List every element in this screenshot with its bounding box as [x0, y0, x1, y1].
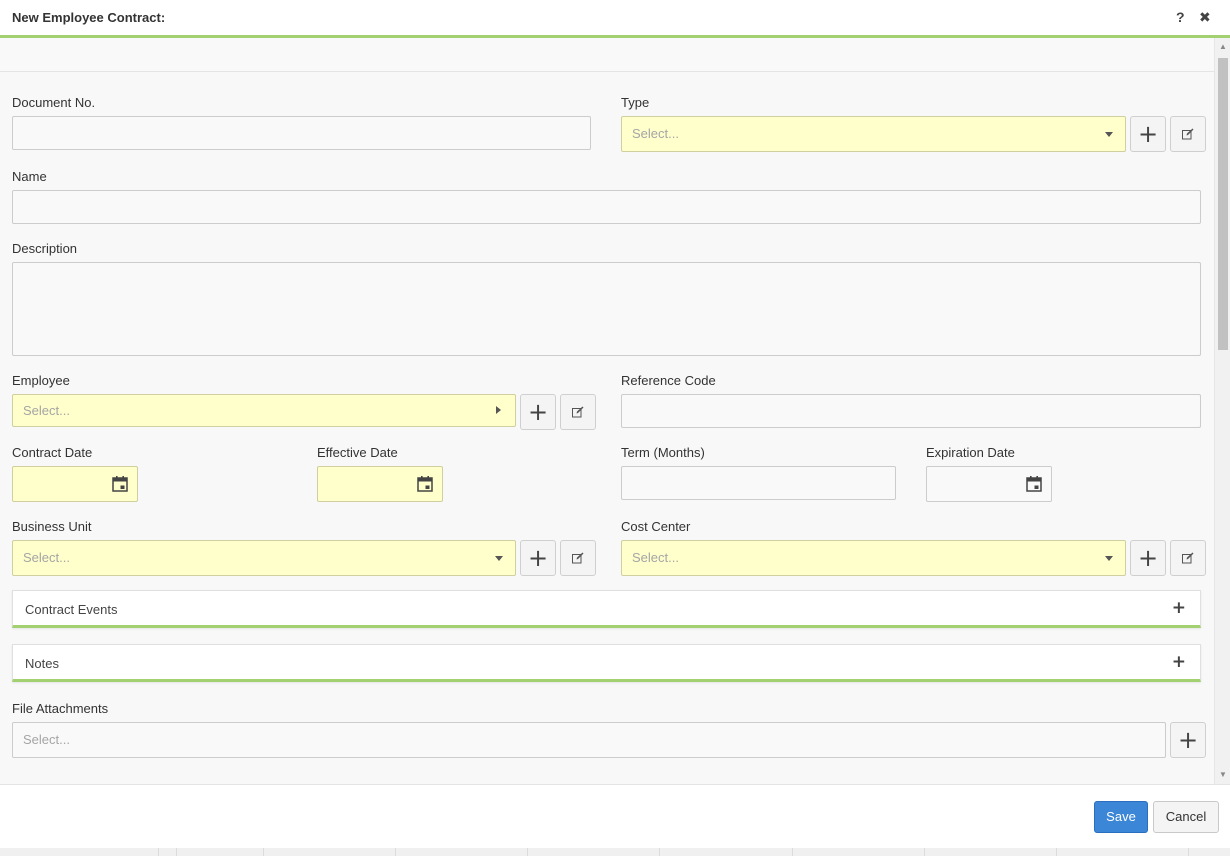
- type-label: Type: [621, 95, 650, 110]
- employee-edit-button[interactable]: [560, 394, 596, 430]
- notes-title: Notes: [25, 656, 59, 671]
- effective-date-label: Effective Date: [317, 445, 398, 460]
- calendar-icon[interactable]: [112, 476, 128, 492]
- background-grid-line: [1056, 848, 1057, 856]
- scroll-down-icon[interactable]: ▼: [1218, 770, 1228, 780]
- cost-center-placeholder: Select...: [632, 550, 679, 565]
- edit-icon: [1182, 552, 1194, 564]
- modal-header: New Employee Contract: ? ✖: [0, 0, 1230, 38]
- employee-placeholder: Select...: [23, 403, 70, 418]
- name-input[interactable]: [12, 190, 1201, 224]
- scroll-thumb[interactable]: [1218, 58, 1228, 350]
- term-months-label: Term (Months): [621, 445, 705, 460]
- term-months-input[interactable]: [621, 466, 896, 500]
- plus-icon: +: [1177, 726, 1199, 754]
- description-textarea[interactable]: [12, 262, 1201, 356]
- background-grid-line: [395, 848, 396, 856]
- chevron-right-icon: [496, 406, 501, 414]
- calendar-icon[interactable]: [1026, 476, 1042, 492]
- edit-icon: [1182, 128, 1194, 140]
- cost-center-label: Cost Center: [621, 519, 691, 534]
- background-grid-line: [158, 848, 159, 856]
- background-grid-line: [1188, 848, 1189, 856]
- cost-center-add-button[interactable]: +: [1130, 540, 1166, 576]
- cancel-button[interactable]: Cancel: [1153, 801, 1219, 833]
- chevron-down-icon: [1105, 132, 1113, 137]
- edit-icon: [572, 406, 584, 418]
- name-label: Name: [12, 169, 47, 184]
- reference-code-label: Reference Code: [621, 373, 716, 388]
- modal-body: Document No. Type Select... + Name Descr…: [0, 38, 1214, 784]
- reference-code-input[interactable]: [621, 394, 1201, 428]
- contract-modal: New Employee Contract: ? ✖ Document No. …: [0, 0, 1230, 848]
- chevron-down-icon: [495, 556, 503, 561]
- contract-date-label: Contract Date: [12, 445, 93, 460]
- expiration-date-label: Expiration Date: [926, 445, 1015, 460]
- type-add-button[interactable]: +: [1130, 116, 1166, 152]
- type-edit-button[interactable]: [1170, 116, 1206, 152]
- background-grid-line: [527, 848, 528, 856]
- plus-icon: +: [527, 398, 549, 426]
- save-button[interactable]: Save: [1094, 801, 1148, 833]
- plus-icon: +: [527, 544, 549, 572]
- type-select[interactable]: Select...: [621, 116, 1126, 152]
- file-attachments-select[interactable]: Select...: [12, 722, 1166, 758]
- file-attachments-placeholder: Select...: [23, 732, 70, 747]
- background-grid-line: [176, 848, 177, 856]
- vertical-scrollbar[interactable]: ▲ ▼: [1214, 38, 1230, 784]
- scroll-up-icon[interactable]: ▲: [1218, 42, 1228, 52]
- background-grid-line: [792, 848, 793, 856]
- cost-center-select[interactable]: Select...: [621, 540, 1126, 576]
- document-no-input[interactable]: [12, 116, 591, 150]
- background-grid-line: [924, 848, 925, 856]
- expand-plus-icon[interactable]: +: [1172, 652, 1186, 672]
- expiration-date-input[interactable]: [926, 466, 1052, 502]
- edit-icon: [572, 552, 584, 564]
- background-grid-line: [659, 848, 660, 856]
- background-page-strip: [0, 848, 1230, 856]
- effective-date-input[interactable]: [317, 466, 443, 502]
- calendar-icon[interactable]: [417, 476, 433, 492]
- employee-label: Employee: [12, 373, 70, 388]
- toolbar-strip: [0, 38, 1214, 72]
- plus-icon: +: [1137, 120, 1159, 148]
- expand-plus-icon[interactable]: +: [1172, 598, 1186, 618]
- cost-center-edit-button[interactable]: [1170, 540, 1206, 576]
- document-no-label: Document No.: [12, 95, 96, 110]
- contract-events-title: Contract Events: [25, 602, 118, 617]
- description-label: Description: [12, 241, 78, 256]
- contract-date-input[interactable]: [12, 466, 138, 502]
- business-unit-label: Business Unit: [12, 519, 92, 534]
- help-icon[interactable]: ?: [1176, 9, 1185, 25]
- business-unit-edit-button[interactable]: [560, 540, 596, 576]
- modal-title: New Employee Contract:: [12, 10, 166, 25]
- background-grid-line: [263, 848, 264, 856]
- modal-footer: Save Cancel: [0, 784, 1230, 848]
- file-attachments-label: File Attachments: [12, 701, 109, 716]
- file-attachments-add-button[interactable]: +: [1170, 722, 1206, 758]
- employee-add-button[interactable]: +: [520, 394, 556, 430]
- business-unit-select[interactable]: Select...: [12, 540, 516, 576]
- close-icon[interactable]: ✖: [1199, 9, 1211, 26]
- notes-panel[interactable]: Notes +: [12, 644, 1201, 682]
- business-unit-placeholder: Select...: [23, 550, 70, 565]
- business-unit-add-button[interactable]: +: [520, 540, 556, 576]
- chevron-down-icon: [1105, 556, 1113, 561]
- type-placeholder: Select...: [632, 126, 679, 141]
- employee-select[interactable]: Select...: [12, 394, 516, 427]
- contract-events-panel[interactable]: Contract Events +: [12, 590, 1201, 628]
- plus-icon: +: [1137, 544, 1159, 572]
